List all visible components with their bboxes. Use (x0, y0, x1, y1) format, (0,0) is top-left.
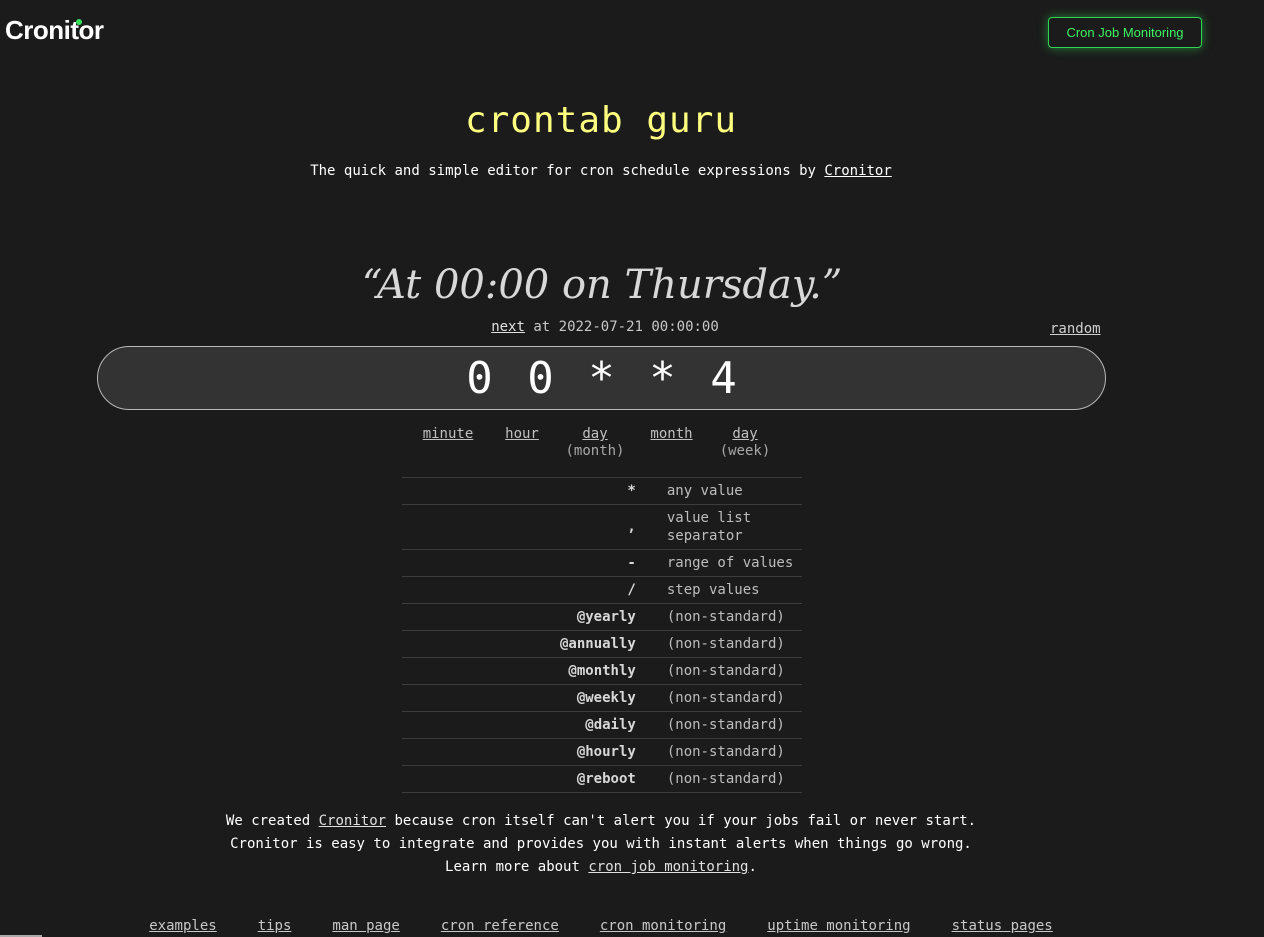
legend-symbol: @hourly (576, 744, 636, 760)
next-run: next at 2022-07-21 00:00:00 (0, 319, 1210, 335)
part-day-week-label[interactable]: day (716, 426, 774, 443)
part-minute[interactable]: minute (420, 426, 476, 443)
blurb-cronitor-link[interactable]: Cronitor (319, 813, 386, 829)
legend-row: @weekly (non-standard) (402, 684, 802, 712)
part-hour[interactable]: hour (500, 426, 544, 443)
cron-expression-input[interactable] (97, 346, 1106, 410)
blurb-text: Learn more about (445, 859, 589, 875)
legend-row: @reboot (non-standard) (402, 765, 802, 793)
legend-symbol: @monthly (568, 663, 636, 679)
syntax-legend-table: * any value , value list separator - range … (402, 477, 802, 793)
blurb-line-3: Learn more about cron job monitoring. (0, 856, 1202, 879)
subtitle-cronitor-link[interactable]: Cronitor (824, 163, 891, 179)
cronitor-blurb: We created Cronitor because cron itself … (0, 810, 1202, 879)
part-month-label[interactable]: month (645, 426, 698, 443)
cronitor-logo[interactable]: Cronitor (5, 15, 104, 46)
random-link[interactable]: random (1050, 321, 1101, 337)
blurb-cron-monitoring-link[interactable]: cron job monitoring (588, 859, 748, 875)
legend-description: (non-standard) (666, 717, 785, 733)
next-run-time: at 2022-07-21 00:00:00 (524, 319, 719, 335)
legend-row: , value list separator (402, 504, 802, 550)
legend-description: (non-standard) (666, 690, 785, 706)
legend-row: @hourly (non-standard) (402, 738, 802, 766)
footer-link-cron-reference[interactable]: cron reference (441, 918, 559, 934)
legend-description: value list separator (666, 510, 752, 544)
legend-row: / step values (402, 576, 802, 604)
part-day-month-label[interactable]: day (562, 426, 628, 443)
legend-description: (non-standard) (666, 744, 785, 760)
page-title: crontab guru (464, 100, 738, 141)
legend-symbol: @annually (559, 636, 636, 652)
legend-row: - range of values (402, 549, 802, 577)
subtitle-text: The quick and simple editor for cron sch… (310, 163, 825, 179)
part-month[interactable]: month (645, 426, 698, 443)
part-minute-label[interactable]: minute (420, 426, 476, 443)
next-link[interactable]: next (491, 319, 525, 335)
logo-text: Cronitor (5, 15, 104, 45)
legend-description: (non-standard) (666, 771, 785, 787)
footer-link-cron-monitoring[interactable]: cron monitoring (600, 918, 726, 934)
legend-symbol: @yearly (576, 609, 636, 625)
page-subtitle: The quick and simple editor for cron sch… (0, 163, 1202, 179)
blurb-text: because cron itself can't alert you if y… (386, 813, 977, 829)
legend-description: range of values (666, 555, 794, 571)
logo-dot-icon (76, 19, 82, 25)
part-hour-label[interactable]: hour (500, 426, 544, 443)
part-day-week[interactable]: day (week) (716, 426, 774, 460)
legend-row: * any value (402, 477, 802, 505)
footer-link-uptime-monitoring[interactable]: uptime monitoring (767, 918, 910, 934)
legend-symbol: / (627, 582, 636, 598)
legend-row: @yearly (non-standard) (402, 603, 802, 631)
footer-link-examples[interactable]: examples (149, 918, 216, 934)
blurb-line-2: Cronitor is easy to integrate and provid… (230, 836, 972, 852)
footer-link-status-pages[interactable]: status pages (952, 918, 1053, 934)
legend-row: @annually (non-standard) (402, 630, 802, 658)
blurb-text: . (748, 859, 757, 875)
cron-job-monitoring-button[interactable]: Cron Job Monitoring (1048, 17, 1202, 48)
legend-symbol: @weekly (576, 690, 636, 706)
legend-description: any value (666, 483, 743, 499)
human-readable-schedule: “At 00:00 on Thursday.” (361, 262, 843, 308)
legend-row: @daily (non-standard) (402, 711, 802, 739)
legend-description: (non-standard) (666, 609, 785, 625)
legend-symbol: @daily (585, 717, 636, 733)
legend-row: @monthly (non-standard) (402, 657, 802, 685)
blurb-text: We created (225, 813, 319, 829)
part-day-month[interactable]: day (month) (562, 426, 628, 460)
legend-symbol: - (627, 555, 636, 571)
part-day-week-sub: (week) (719, 443, 771, 459)
footer-link-man-page[interactable]: man page (332, 918, 399, 934)
legend-symbol: * (627, 483, 636, 499)
footer-link-tips[interactable]: tips (258, 918, 292, 934)
legend-description: (non-standard) (666, 636, 785, 652)
blurb-line-1: We created Cronitor because cron itself … (0, 810, 1202, 833)
expression-parts: minute hour day (month) month day (week) (402, 426, 802, 466)
legend-symbol: , (627, 519, 636, 535)
part-day-month-sub: (month) (565, 443, 625, 459)
legend-description: step values (666, 582, 760, 598)
legend-symbol: @reboot (576, 771, 636, 787)
legend-description: (non-standard) (666, 663, 785, 679)
footer-nav: examples tips man page cron reference cr… (0, 918, 1202, 934)
